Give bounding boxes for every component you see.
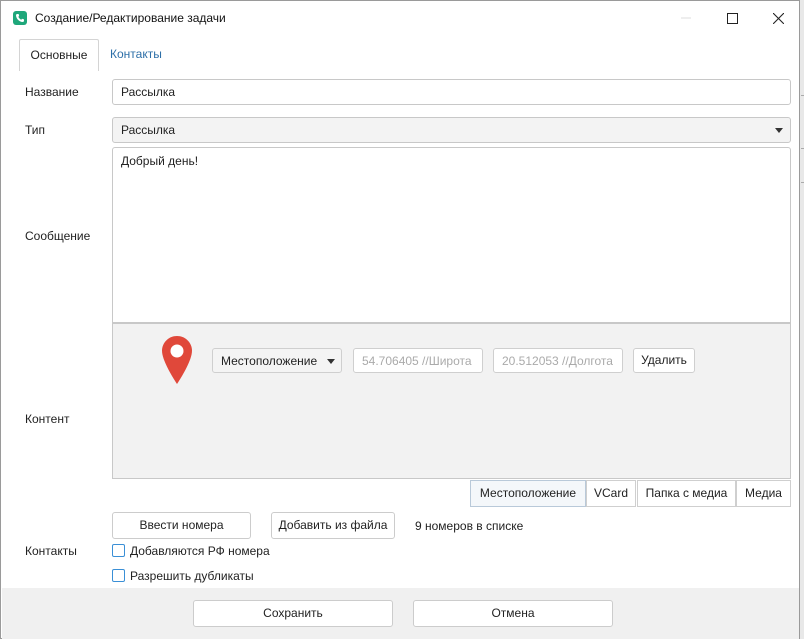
enter-numbers-button[interactable]: Ввести номера xyxy=(112,512,251,539)
longitude-input[interactable]: 20.512053 //Долгота xyxy=(493,348,623,373)
contacts-label: Контакты xyxy=(25,544,77,558)
name-label: Название xyxy=(25,85,79,99)
content-kind-select[interactable]: Местоположение xyxy=(212,348,342,373)
name-input[interactable]: Рассылка xyxy=(112,79,791,105)
type-label: Тип xyxy=(25,123,46,137)
latitude-input[interactable]: 54.706405 //Широта xyxy=(353,348,483,373)
content-kind-value: Местоположение xyxy=(221,354,318,368)
content-type-media-button[interactable]: Медиа xyxy=(736,480,791,507)
chevron-down-icon xyxy=(775,128,783,133)
close-button[interactable] xyxy=(755,1,801,35)
close-icon xyxy=(772,12,784,24)
add-from-file-button[interactable]: Добавить из файла xyxy=(271,512,395,539)
map-pin-icon xyxy=(162,336,192,384)
allow-duplicates-checkbox[interactable] xyxy=(112,569,125,582)
save-button[interactable]: Сохранить xyxy=(193,600,393,627)
footer-bar xyxy=(2,588,799,639)
content-label: Контент xyxy=(25,412,70,426)
delete-button[interactable]: Удалить xyxy=(633,348,695,373)
title-bar: Создание/Редактирование задачи xyxy=(1,1,799,35)
task-editor-window: Создание/Редактирование задачи Основные … xyxy=(0,0,800,639)
minimize-icon xyxy=(681,17,691,19)
message-textarea[interactable]: Добрый день! xyxy=(112,147,791,323)
chevron-down-icon xyxy=(327,359,335,364)
message-label: Сообщение xyxy=(25,229,91,243)
cancel-button[interactable]: Отмена xyxy=(413,600,613,627)
window-title: Создание/Редактирование задачи xyxy=(35,11,226,25)
type-select-value: Рассылка xyxy=(121,123,176,137)
maximize-icon xyxy=(726,12,738,24)
minimize-button[interactable] xyxy=(663,1,709,35)
type-select[interactable]: Рассылка xyxy=(112,117,791,143)
tab-contacts[interactable]: Контакты xyxy=(110,39,162,71)
numbers-count-text: 9 номеров в списке xyxy=(415,519,524,533)
background-window-edge xyxy=(800,0,804,639)
maximize-button[interactable] xyxy=(709,1,755,35)
content-type-vcard-button[interactable]: VCard xyxy=(586,480,636,507)
add-rf-checkbox[interactable] xyxy=(112,544,125,557)
add-rf-label: Добавляются РФ номера xyxy=(130,544,270,558)
content-panel xyxy=(112,323,791,479)
phone-icon xyxy=(13,11,27,25)
content-type-media-folder-button[interactable]: Папка с медиа xyxy=(637,480,736,507)
content-type-location-button[interactable]: Местоположение xyxy=(470,480,586,507)
allow-duplicates-label: Разрешить дубликаты xyxy=(130,569,254,583)
tab-main[interactable]: Основные xyxy=(19,39,99,71)
